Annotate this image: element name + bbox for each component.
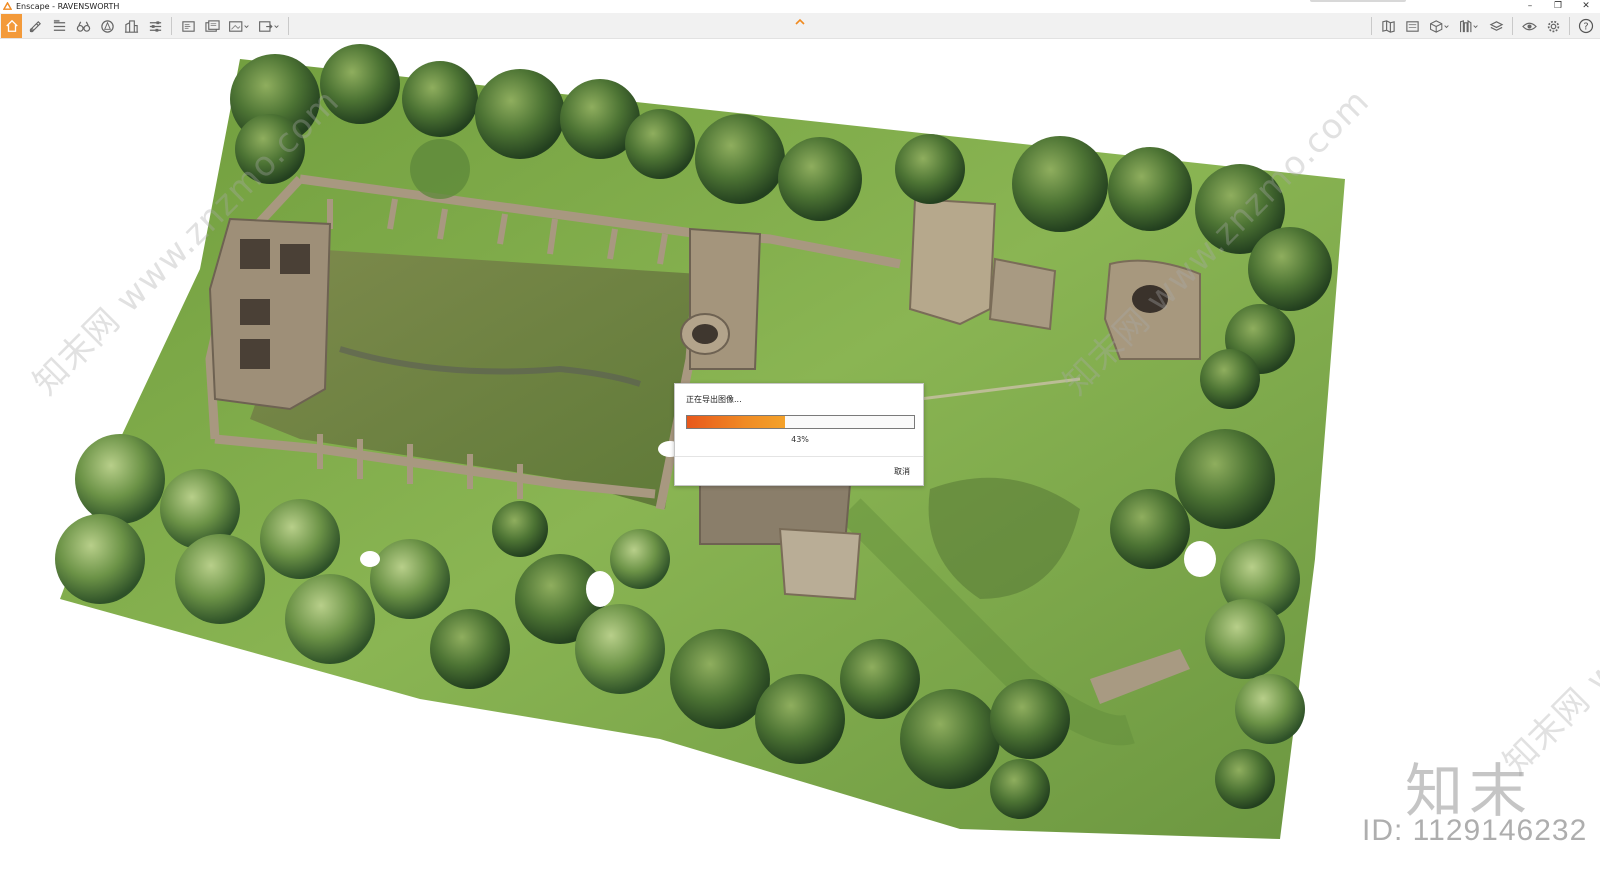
titlebar-handle xyxy=(1310,0,1406,2)
map-icon xyxy=(1381,19,1395,33)
watermark-id: ID: 1129146232 xyxy=(1362,814,1588,847)
pencil-tool-button[interactable] xyxy=(24,15,46,37)
restore-button[interactable]: ❐ xyxy=(1544,0,1572,13)
dialog-divider xyxy=(675,456,923,457)
toolbar-separator xyxy=(1569,17,1570,35)
cube-button[interactable] xyxy=(1425,15,1453,37)
toolbar-separator xyxy=(1512,17,1513,35)
screenshot-button[interactable] xyxy=(177,15,199,37)
cancel-button[interactable]: 取消 xyxy=(891,465,913,478)
panel-icon xyxy=(1405,20,1419,32)
export-progress-fill xyxy=(687,416,785,428)
eye-icon xyxy=(1521,22,1537,30)
settings-button[interactable] xyxy=(1542,15,1564,37)
export-button[interactable] xyxy=(255,15,283,37)
map-button[interactable] xyxy=(1377,15,1399,37)
close-button[interactable]: ✕ xyxy=(1572,0,1600,13)
toolbar-separator xyxy=(1371,17,1372,35)
batch-render-button[interactable] xyxy=(201,15,223,37)
export-icon xyxy=(259,20,279,32)
toolbar-left-group xyxy=(0,13,293,39)
bim-button[interactable] xyxy=(48,15,70,37)
export-progress-bar xyxy=(686,415,915,429)
enscape-window: Enscape - RAVENSWORTH – ❐ ✕ ? 知末网 www.zn… xyxy=(0,0,1600,874)
export-progress-dialog: 正在导出图像... 43% 取消 xyxy=(674,383,924,486)
gear-icon xyxy=(1547,20,1559,32)
home-button[interactable] xyxy=(1,14,22,38)
panel-button[interactable] xyxy=(1401,15,1423,37)
video-export-icon xyxy=(229,20,249,32)
window-controls: – ❐ ✕ xyxy=(1516,0,1600,13)
help-icon: ? xyxy=(1578,18,1594,34)
video-export-button[interactable] xyxy=(225,15,253,37)
compass-icon xyxy=(100,19,114,33)
bim-list-icon xyxy=(53,19,65,31)
enscape-logo-icon xyxy=(3,2,12,11)
window-title: Enscape - RAVENSWORTH xyxy=(16,2,120,11)
sliders-icon xyxy=(149,20,161,32)
compass-button[interactable] xyxy=(96,15,118,37)
collapse-toolbar-chevron[interactable] xyxy=(792,16,808,28)
batch-render-icon xyxy=(204,19,220,32)
home-icon xyxy=(5,19,18,32)
layers-icon xyxy=(1489,20,1503,31)
building-icon xyxy=(124,19,138,33)
binoculars-button[interactable] xyxy=(72,15,94,37)
screenshot-icon xyxy=(181,20,195,32)
svg-text:?: ? xyxy=(1583,22,1588,33)
title-bar: Enscape - RAVENSWORTH – ❐ ✕ xyxy=(0,0,1600,13)
pencil-icon xyxy=(29,20,41,32)
toolbar-right-group: ? xyxy=(1367,13,1598,39)
chevron-up-icon xyxy=(795,18,805,25)
layers-button[interactable] xyxy=(1485,15,1507,37)
cube-icon xyxy=(1430,19,1449,33)
library-icon xyxy=(1460,19,1478,32)
progress-percent-label: 43% xyxy=(791,435,809,444)
building-button[interactable] xyxy=(120,15,142,37)
dialog-title: 正在导出图像... xyxy=(686,395,742,404)
library-button[interactable] xyxy=(1455,15,1483,37)
help-button[interactable]: ? xyxy=(1575,15,1597,37)
minimize-button[interactable]: – xyxy=(1516,0,1544,13)
binoculars-icon xyxy=(76,21,90,32)
settings-list-button[interactable] xyxy=(144,15,166,37)
toolbar-separator xyxy=(288,17,289,35)
toolbar-separator xyxy=(171,17,172,35)
visibility-button[interactable] xyxy=(1518,15,1540,37)
